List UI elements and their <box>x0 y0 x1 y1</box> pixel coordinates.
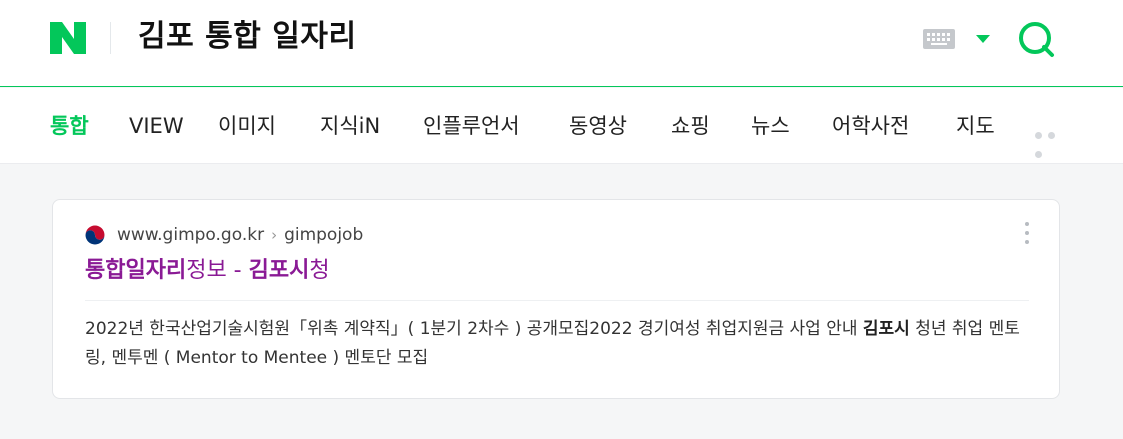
more-dot-icon <box>1035 132 1042 139</box>
more-options-button[interactable] <box>1023 222 1031 248</box>
search-icon[interactable] <box>1017 20 1057 60</box>
title-text: 청 <box>309 258 330 283</box>
tab-dictionary[interactable]: 어학사전 <box>832 112 909 140</box>
tab-view[interactable]: VIEW <box>129 112 184 140</box>
tab-knowledge-in[interactable]: 지식iN <box>320 112 380 140</box>
title-text: 정보 - <box>186 258 249 283</box>
keyboard-icon[interactable] <box>923 29 955 49</box>
tab-news[interactable]: 뉴스 <box>751 112 790 140</box>
title-highlight: 통합일자리 <box>85 258 187 283</box>
search-query[interactable]: 김포 통합 일자리 <box>138 18 357 56</box>
kebab-dot-icon <box>1025 240 1029 244</box>
tab-shopping[interactable]: 쇼핑 <box>671 112 710 140</box>
taegeuk-favicon-icon <box>85 225 105 245</box>
more-dot-icon <box>1048 132 1055 139</box>
kebab-dot-icon <box>1025 222 1029 226</box>
result-source[interactable]: www.gimpo.go.kr › gimpojob <box>85 222 363 248</box>
more-tabs-button[interactable] <box>1035 124 1073 158</box>
tab-influencer[interactable]: 인플루언서 <box>423 112 520 140</box>
description-highlight: 김포시 <box>862 319 910 339</box>
result-divider <box>85 300 1029 301</box>
result-description: 2022년 한국산업기술시험원「위촉 계약직」( 1분기 2차수 ) 공개모집2… <box>85 315 1025 373</box>
more-dot-icon <box>1035 151 1042 158</box>
tab-images[interactable]: 이미지 <box>218 112 276 140</box>
result-title-link[interactable]: 통합일자리정보 - 김포시청 <box>85 256 330 286</box>
naver-logo[interactable] <box>50 22 86 54</box>
tab-integrated[interactable]: 통합 <box>50 112 89 140</box>
breadcrumb-separator: › <box>271 226 278 244</box>
title-highlight: 김포시 <box>248 258 310 283</box>
tab-video[interactable]: 동영상 <box>569 112 627 140</box>
search-tabs: 통합 VIEW 이미지 지식iN 인플루언서 동영상 쇼핑 뉴스 어학사전 지도 <box>0 88 1123 164</box>
kebab-dot-icon <box>1025 231 1029 235</box>
description-text: 2022년 한국산업기술시험원「위촉 계약직」( 1분기 2차수 ) 공개모집2… <box>85 319 863 339</box>
result-domain[interactable]: www.gimpo.go.kr <box>117 225 264 245</box>
result-path[interactable]: gimpojob <box>284 225 363 245</box>
tab-map[interactable]: 지도 <box>956 112 995 140</box>
search-header: 김포 통합 일자리 <box>0 0 1123 87</box>
search-result-card: www.gimpo.go.kr › gimpojob 통합일자리정보 - 김포시… <box>52 199 1060 399</box>
logo-divider <box>110 22 111 54</box>
triangle-down-icon[interactable] <box>974 33 992 45</box>
